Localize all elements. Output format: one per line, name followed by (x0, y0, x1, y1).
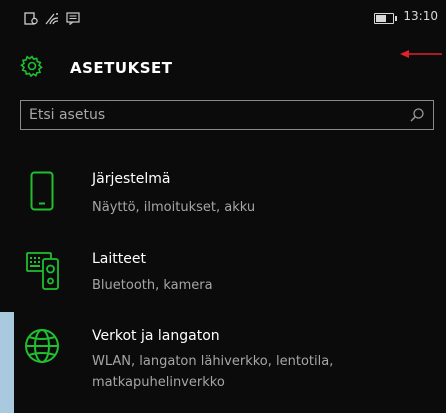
signal-icon (44, 10, 60, 29)
search-box[interactable] (20, 100, 434, 130)
status-bar: 13:10 (0, 0, 446, 34)
phone-icon (30, 171, 54, 215)
annotation-arrow-icon (400, 44, 442, 63)
battery-icon (374, 13, 397, 24)
settings-item-network[interactable]: Verkot ja langaton WLAN, langaton lähive… (0, 322, 446, 413)
settings-item-label: Laitteet (92, 251, 146, 267)
settings-item-label: Verkot ja langaton (92, 328, 220, 344)
page-header: ASETUKSET (20, 52, 172, 84)
settings-item-description: Bluetooth, kamera (92, 278, 213, 293)
notification-icon (24, 10, 38, 29)
settings-item-system[interactable]: Järjestelmä Näyttö, ilmoitukset, akku (0, 165, 446, 225)
page-title: ASETUKSET (70, 59, 173, 77)
search-icon[interactable] (409, 107, 425, 127)
search-input[interactable] (21, 101, 409, 129)
globe-icon (24, 328, 60, 368)
settings-item-description: Näyttö, ilmoitukset, akku (92, 200, 256, 215)
settings-item-devices[interactable]: Laitteet Bluetooth, kamera (0, 245, 446, 300)
message-icon (66, 10, 80, 29)
gear-icon (20, 54, 44, 82)
settings-item-description: WLAN, langaton lähiverkko, lentotila, ma… (92, 354, 334, 390)
background-strip (0, 312, 14, 413)
settings-item-label: Järjestelmä (92, 171, 171, 187)
devices-icon (26, 249, 60, 295)
status-time: 13:10 (403, 9, 438, 23)
